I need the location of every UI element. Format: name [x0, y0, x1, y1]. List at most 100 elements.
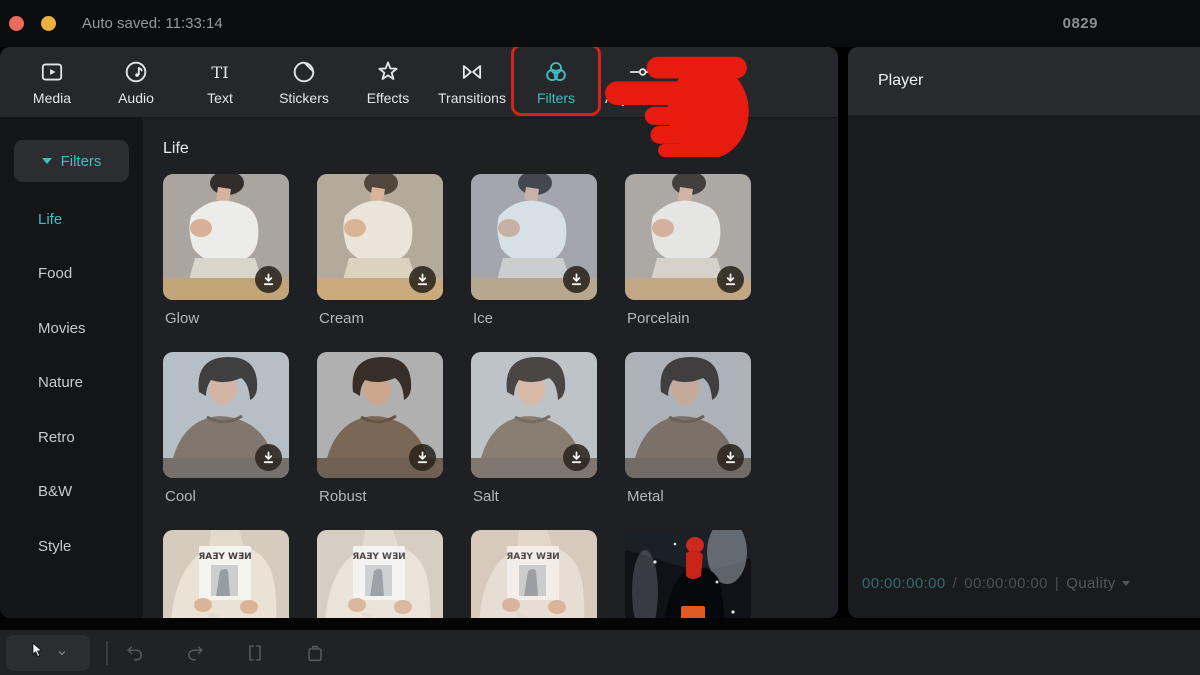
filter-card-glow[interactable]: Glow: [163, 174, 289, 352]
filters-sidebar: Filters Life Food Movies NatureRetro B&W Styl…: [0, 118, 143, 618]
sidebar-header-filters[interactable]: Filters: [14, 140, 129, 182]
timeline-toolbar: [0, 630, 1200, 675]
sidebar-list: Life Food Movies NatureRetro B&W Style: [0, 192, 143, 574]
quality-dropdown[interactable]: Quality: [1066, 575, 1130, 592]
svg-text:TI: TI: [211, 62, 228, 81]
filter-card[interactable]: [625, 530, 751, 618]
sidebar-item-label: Movies: [38, 320, 86, 337]
title-bar: Auto saved: 11:33:14 0829: [0, 0, 1200, 47]
filter-card-porcelain[interactable]: Porcelain: [625, 174, 751, 352]
sidebar-item-retro[interactable]: Retro: [0, 410, 143, 465]
undo-button[interactable]: [123, 641, 147, 665]
filter-card-cream[interactable]: Cream: [317, 174, 443, 352]
tab-label: Adjustment: [605, 90, 675, 106]
tab-stickers[interactable]: Stickers: [262, 51, 346, 113]
current-timecode: 00:00:00:00: [862, 575, 946, 592]
filter-thumbnail[interactable]: [163, 174, 289, 300]
filter-card-salt[interactable]: Salt: [471, 352, 597, 530]
player-timebar: 00:00:00:00 / 00:00:00:00 | Quality: [862, 575, 1130, 592]
effects-icon: [375, 59, 401, 85]
player-header: Player: [848, 47, 1200, 115]
caret-down-icon: [42, 158, 52, 164]
chevron-down-icon: [1122, 581, 1130, 586]
toolbar-divider: [106, 641, 108, 665]
auto-save-status: Auto saved: 11:33:14: [82, 15, 223, 32]
filter-thumbnail[interactable]: [625, 530, 751, 618]
minimize-window-button[interactable]: [41, 16, 56, 31]
download-icon[interactable]: [563, 444, 590, 471]
timebar-divider: |: [1055, 575, 1059, 592]
sidebar-item-bw[interactable]: B&W: [0, 465, 143, 520]
tab-text[interactable]: TIText: [178, 51, 262, 113]
tab-bar: Media Audio TITextStickersEffectsTransitio…: [0, 47, 838, 118]
download-icon[interactable]: [255, 444, 282, 471]
filter-thumbnail[interactable]: ЯAƎY WƎИ: [163, 530, 289, 618]
panel-body: Filters Life Food Movies NatureRetro B&W Styl…: [0, 118, 838, 618]
download-icon[interactable]: [409, 266, 436, 293]
sidebar-item-label: B&W: [38, 483, 72, 500]
filter-thumbnail[interactable]: [317, 174, 443, 300]
filter-thumbnail[interactable]: [471, 352, 597, 478]
player-viewport: 00:00:00:00 / 00:00:00:00 | Quality: [848, 115, 1200, 618]
filter-card-ice[interactable]: Ice: [471, 174, 597, 352]
download-icon[interactable]: [255, 266, 282, 293]
tab-label: Audio: [118, 90, 154, 106]
tab-filters[interactable]: Filters: [514, 51, 598, 113]
redo-button[interactable]: [183, 641, 207, 665]
tab-transitions[interactable]: Transitions: [430, 51, 514, 113]
filter-card-metal[interactable]: Metal: [625, 352, 751, 530]
close-window-button[interactable]: [9, 16, 24, 31]
download-icon[interactable]: [717, 266, 744, 293]
filter-thumbnail[interactable]: [317, 352, 443, 478]
filter-thumbnail[interactable]: [471, 174, 597, 300]
filters-content: Life Glow Cream Ice Porcelain Cool Robus…: [143, 118, 838, 618]
filters-grid-row: ЯAƎY WƎИ ЯAƎY WƎИ ЯAƎY WƎИ: [163, 530, 838, 618]
filter-thumbnail[interactable]: ЯAƎY WƎИ: [317, 530, 443, 618]
tab-effects[interactable]: Effects: [346, 51, 430, 113]
select-tool-button[interactable]: [6, 635, 90, 671]
total-timecode: 00:00:00:00: [964, 575, 1048, 592]
sidebar-item-style[interactable]: Style: [0, 519, 143, 574]
filter-card-cool[interactable]: Cool: [163, 352, 289, 530]
filter-name: Porcelain: [627, 310, 751, 328]
download-icon[interactable]: [563, 266, 590, 293]
toolbar-actions: [123, 641, 363, 665]
sidebar-item-life[interactable]: Life: [0, 192, 143, 247]
sidebar-item-food[interactable]: Food: [0, 247, 143, 302]
chevron-down-icon: [55, 646, 69, 660]
app-window: Auto saved: 11:33:14 0829 Media Audio TITe…: [0, 0, 1200, 675]
download-icon[interactable]: [409, 444, 436, 471]
filters-icon: [543, 59, 569, 85]
svg-text:ЯAƎY WƎИ: ЯAƎY WƎИ: [506, 552, 559, 562]
player-panel: Player 00:00:00:00 / 00:00:00:00 | Quali…: [848, 47, 1200, 618]
tab-label: Media: [33, 90, 71, 106]
filter-thumbnail[interactable]: [625, 352, 751, 478]
delete-button[interactable]: [303, 641, 327, 665]
filter-card[interactable]: ЯAƎY WƎИ: [317, 530, 443, 618]
filter-thumbnail[interactable]: [163, 352, 289, 478]
filter-name: Robust: [319, 488, 443, 506]
sidebar-item-label: Style: [38, 538, 71, 555]
project-counter: 0829: [1063, 15, 1098, 32]
filter-name: Cream: [319, 310, 443, 328]
filter-card[interactable]: ЯAƎY WƎИ: [471, 530, 597, 618]
time-separator: /: [953, 575, 958, 592]
sidebar-item-nature[interactable]: Nature: [0, 356, 143, 411]
filter-card[interactable]: ЯAƎY WƎИ: [163, 530, 289, 618]
filters-grid-row: Glow Cream Ice Porcelain: [163, 174, 838, 352]
filter-name: Metal: [627, 488, 751, 506]
player-title: Player: [878, 72, 923, 90]
tab-audio[interactable]: Audio: [94, 51, 178, 113]
filter-thumbnail[interactable]: [625, 174, 751, 300]
filter-name: Salt: [473, 488, 597, 506]
split-button[interactable]: [243, 641, 267, 665]
filter-thumbnail[interactable]: ЯAƎY WƎИ: [471, 530, 597, 618]
filter-card-robust[interactable]: Robust: [317, 352, 443, 530]
filter-name: Cool: [165, 488, 289, 506]
download-icon[interactable]: [717, 444, 744, 471]
section-title: Life: [163, 140, 838, 158]
tab-adjustment[interactable]: Adjustment: [598, 51, 682, 113]
sidebar-item-label: Life: [38, 211, 62, 228]
tab-media[interactable]: Media: [10, 51, 94, 113]
sidebar-item-movies[interactable]: Movies: [0, 301, 143, 356]
